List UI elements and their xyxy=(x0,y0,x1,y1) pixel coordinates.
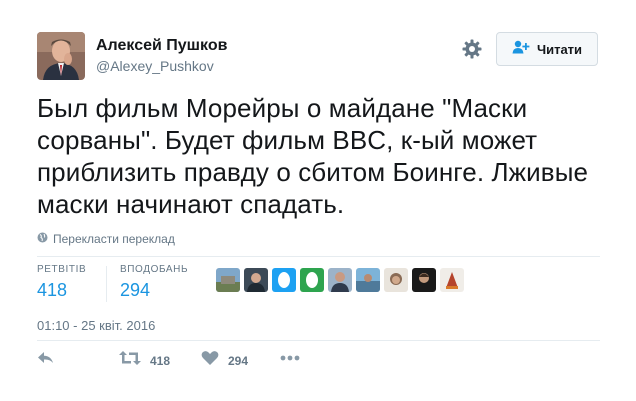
reply-button[interactable] xyxy=(37,350,55,371)
liker-avatar[interactable] xyxy=(216,268,240,292)
liker-avatar[interactable] xyxy=(440,268,464,292)
stat-separator xyxy=(106,266,107,302)
gear-icon[interactable] xyxy=(460,37,484,61)
tweet-text: Был фильм Морейры о майдане "Маски сорва… xyxy=(37,93,589,219)
like-button[interactable]: 294 xyxy=(201,350,248,371)
liker-avatar[interactable] xyxy=(356,268,380,292)
follow-label: Читати xyxy=(536,41,583,57)
likes-label: ВПОДОБАНЬ xyxy=(120,264,189,275)
liker-avatar[interactable] xyxy=(272,268,296,292)
more-button[interactable] xyxy=(279,350,301,371)
liker-avatar[interactable] xyxy=(384,268,408,292)
add-user-icon xyxy=(512,40,530,59)
heart-icon xyxy=(201,350,219,371)
like-count: 294 xyxy=(228,353,249,368)
liker-avatars xyxy=(216,268,464,292)
liker-avatar[interactable] xyxy=(412,268,436,292)
retweet-button[interactable]: 418 xyxy=(119,350,170,371)
translate-label: Перекласти переклад xyxy=(53,232,175,246)
liker-avatar[interactable] xyxy=(328,268,352,292)
likes-stat[interactable]: ВПОДОБАНЬ 294 xyxy=(120,264,188,301)
globe-icon xyxy=(37,232,48,246)
retweets-stat[interactable]: РЕТВІТІВ 418 xyxy=(37,264,86,301)
author-name[interactable]: Алексей Пушков xyxy=(96,37,227,55)
author-handle[interactable]: @Alexey_Pushkov xyxy=(96,58,214,74)
divider xyxy=(37,256,600,257)
retweets-label: РЕТВІТІВ xyxy=(37,264,87,275)
retweets-value: 418 xyxy=(37,280,68,300)
divider xyxy=(37,340,600,341)
retweet-icon xyxy=(119,350,141,371)
likes-value: 294 xyxy=(120,280,151,300)
author-avatar[interactable] xyxy=(37,32,85,80)
liker-avatar[interactable] xyxy=(300,268,324,292)
liker-avatar[interactable] xyxy=(244,268,268,292)
more-icon xyxy=(279,350,301,371)
retweet-count: 418 xyxy=(150,353,171,368)
translate-link[interactable]: Перекласти переклад xyxy=(37,232,175,246)
reply-icon xyxy=(37,350,55,371)
follow-button[interactable]: Читати xyxy=(496,32,598,66)
tweet-timestamp[interactable]: 01:10 - 25 квіт. 2016 xyxy=(37,318,155,333)
